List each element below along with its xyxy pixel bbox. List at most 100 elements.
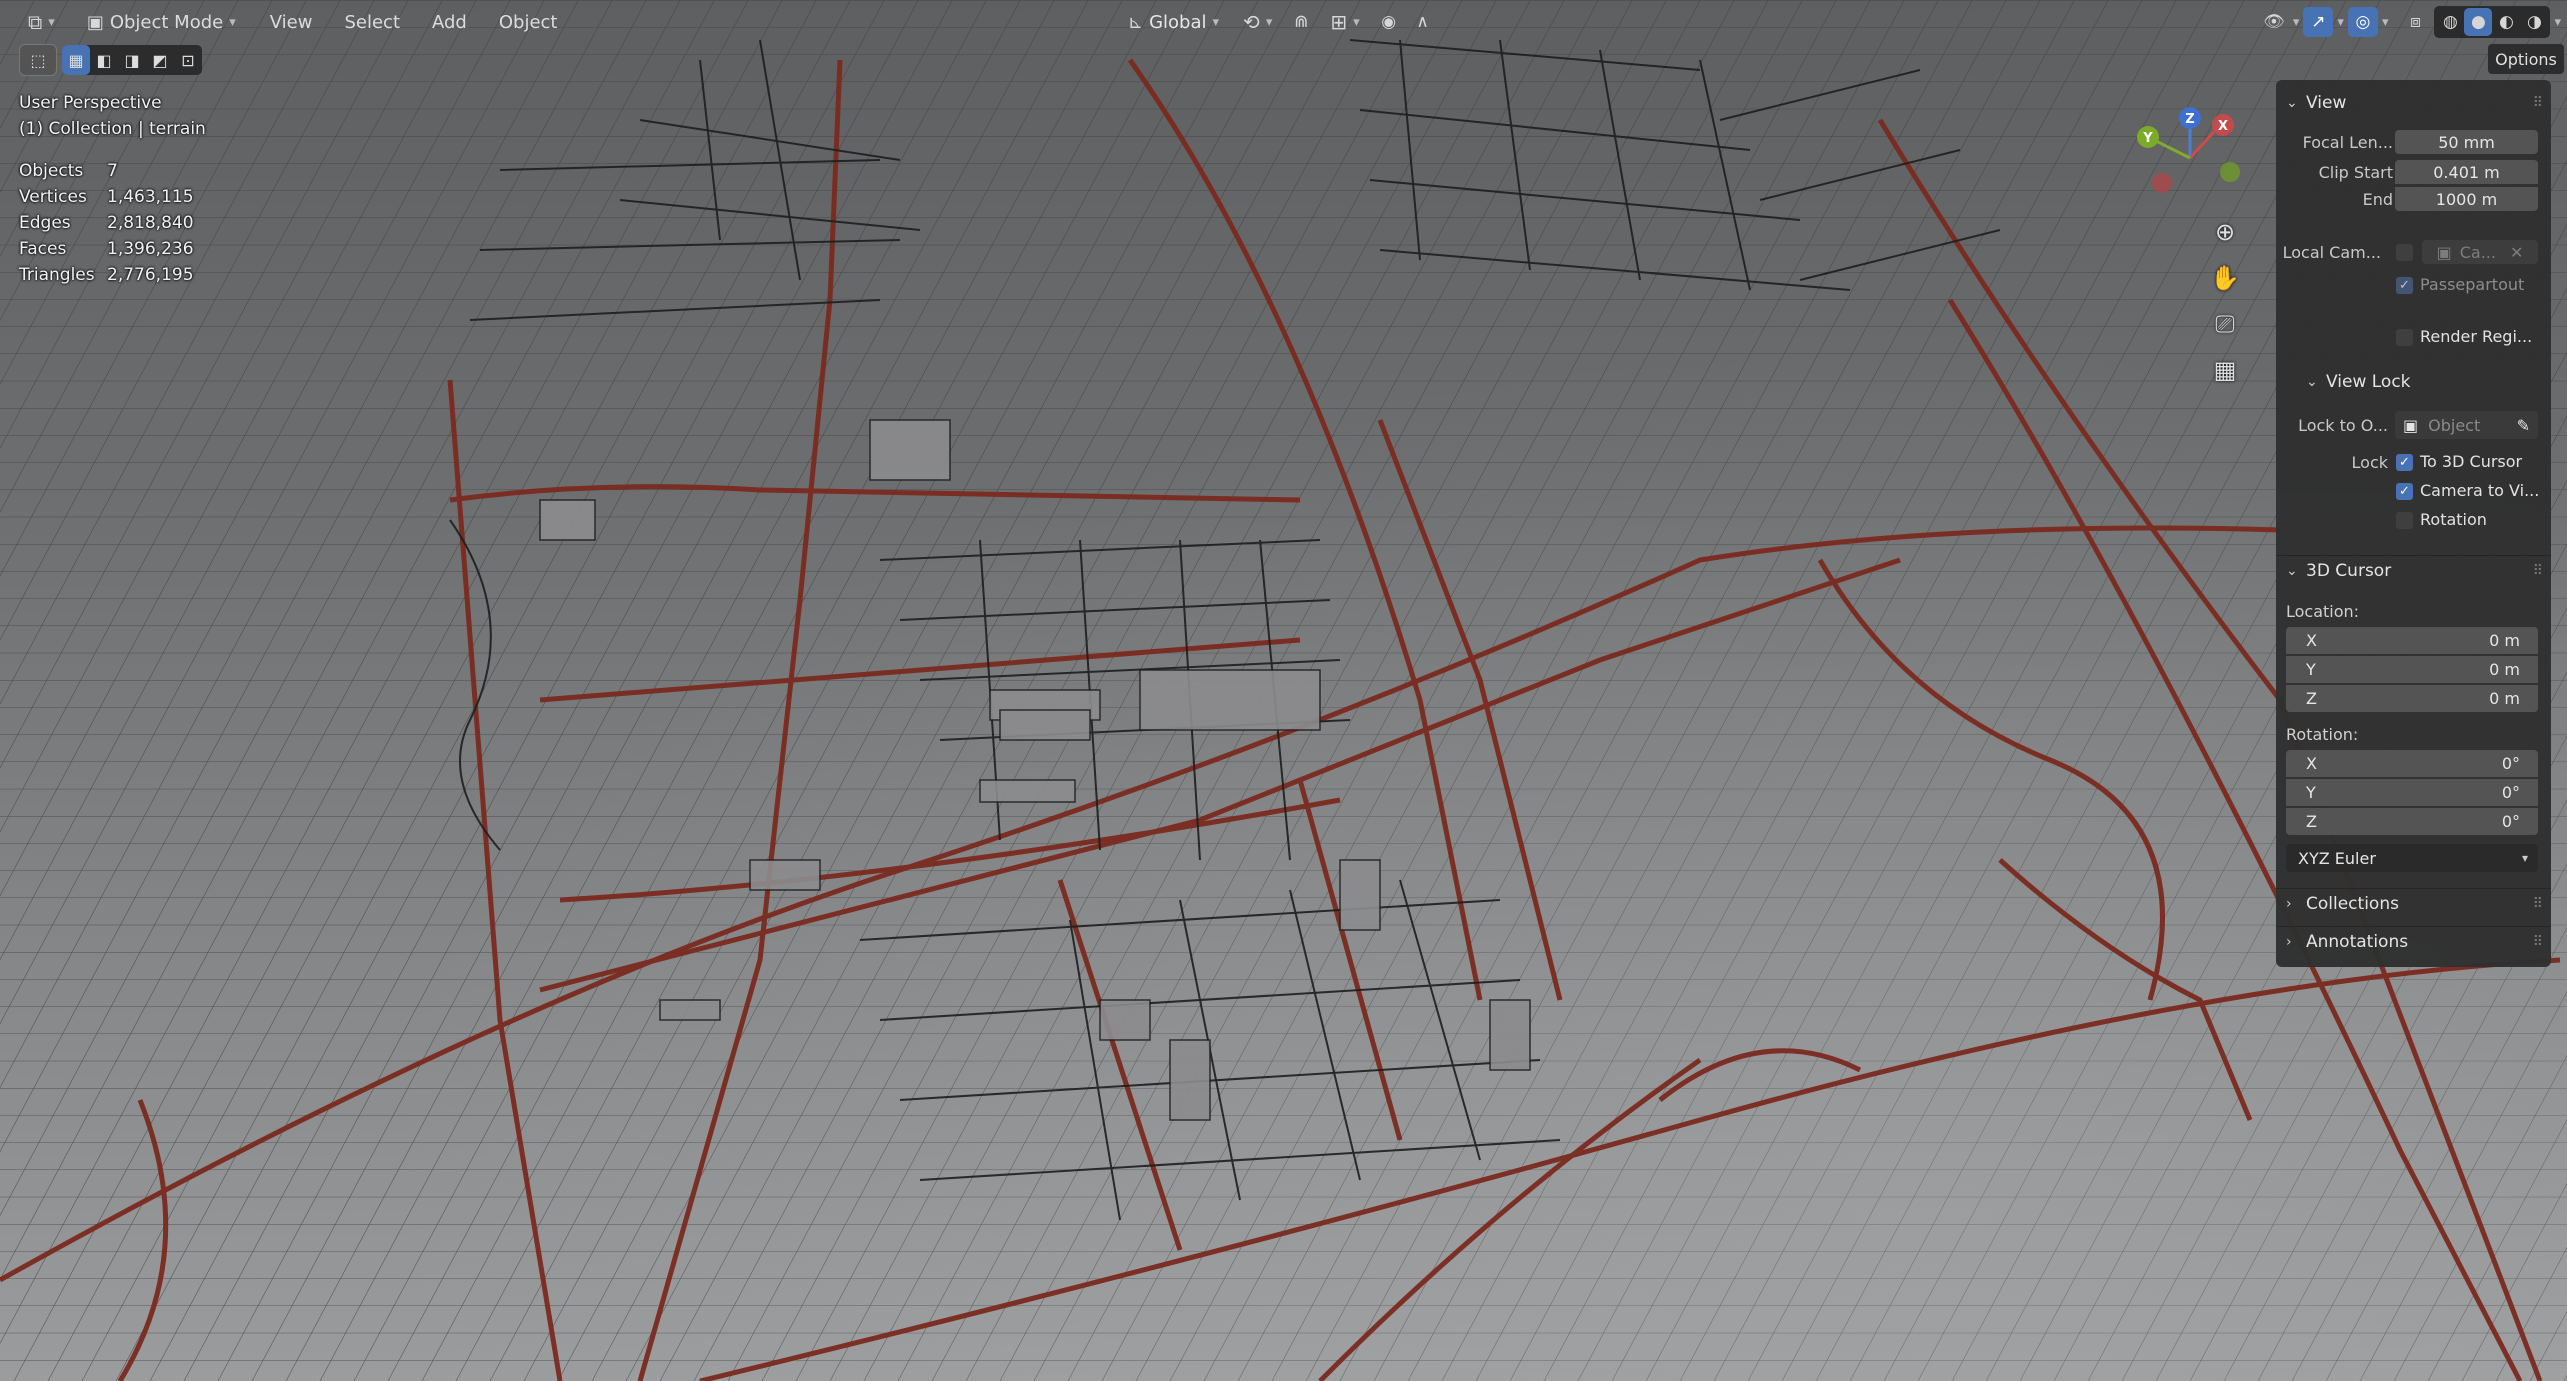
annotations-section-header[interactable]: › Annotations ⠿ bbox=[2276, 926, 2551, 957]
chevron-down-icon: ▾ bbox=[1265, 14, 1273, 30]
shading-modes: ◍ ● ◐ ◑ bbox=[2434, 6, 2551, 38]
drag-grip-icon[interactable]: ⠿ bbox=[2533, 934, 2543, 950]
cursor-rotation-x[interactable]: X 0° bbox=[2286, 750, 2538, 777]
cursor-section-title: 3D Cursor bbox=[2306, 561, 2392, 581]
editor-type-icon: ⧉ bbox=[28, 10, 43, 34]
stat-value: 1,396,236 bbox=[107, 239, 194, 259]
lock-to-object-field[interactable]: ▣ Object ✎ bbox=[2395, 411, 2538, 439]
zoom-icon[interactable]: ⊕ bbox=[2205, 215, 2245, 249]
cursor-rotation-z[interactable]: Z 0° bbox=[2286, 808, 2538, 835]
select-difference-icon: ◩ bbox=[152, 50, 168, 70]
chevron-down-icon: ⌄ bbox=[2306, 374, 2318, 390]
overlays-toggle[interactable]: ◎ bbox=[2347, 7, 2378, 37]
selection-set-modes: ▦ ◧ ◨ ◩ ⊡ bbox=[62, 45, 202, 75]
passepartout-label: Passepartout bbox=[2420, 275, 2525, 294]
clip-start-row: Clip Start 0.401 m bbox=[2276, 160, 2551, 186]
stat-label: Triangles bbox=[19, 265, 95, 285]
clip-end-field[interactable]: 1000 m bbox=[2395, 187, 2538, 211]
perspective-toggle-icon[interactable]: ▦ bbox=[2205, 353, 2245, 387]
focal-length-row: Focal Len... 50 mm bbox=[2276, 130, 2551, 156]
clear-icon[interactable]: ✕ bbox=[2510, 243, 2523, 262]
select-extend-button[interactable]: ◧ bbox=[90, 45, 118, 75]
magnet-icon: ⋒ bbox=[1294, 12, 1309, 32]
eyedropper-icon[interactable]: ✎ bbox=[2517, 416, 2530, 435]
passepartout-checkbox[interactable]: ✓ bbox=[2396, 277, 2413, 294]
view-lock-title: View Lock bbox=[2326, 372, 2411, 392]
view-section-header[interactable]: ⌄ View ⠿ bbox=[2276, 88, 2551, 118]
cursor-location-z[interactable]: Z 0 m bbox=[2286, 685, 2538, 712]
local-camera-checkbox[interactable] bbox=[2396, 244, 2413, 261]
options-button[interactable]: Options bbox=[2488, 44, 2564, 74]
y-axis-text: Y bbox=[2142, 131, 2153, 146]
neg-x-axis-handle[interactable] bbox=[2152, 173, 2172, 193]
drag-grip-icon[interactable]: ⠿ bbox=[2533, 896, 2543, 912]
wireframe-shading-button[interactable]: ◍ bbox=[2436, 8, 2464, 36]
mode-selector[interactable]: ▣ Object Mode ▾ bbox=[77, 4, 246, 40]
rotation-mode-dropdown[interactable]: XYZ Euler ▾ bbox=[2286, 844, 2538, 872]
axis-value: 0 m bbox=[2489, 660, 2520, 679]
falloff-button[interactable]: ∧ bbox=[1408, 7, 1438, 37]
snap-toggle[interactable]: ⋒ bbox=[1286, 7, 1316, 37]
transform-orientation[interactable]: ⊾ Global ▾ bbox=[1118, 4, 1229, 40]
chevron-down-icon: ▾ bbox=[2521, 851, 2528, 865]
menu-object[interactable]: Object bbox=[483, 4, 574, 40]
visibility-button[interactable]: 👁 bbox=[2259, 7, 2289, 37]
select-new-button[interactable]: ▦ bbox=[62, 45, 90, 75]
sidebar-panel: ⌄ View ⠿ Focal Len... 50 mm Clip Start 0… bbox=[2276, 80, 2551, 967]
rotation-mode-value: XYZ Euler bbox=[2298, 848, 2376, 868]
select-tool-button[interactable]: ⬚ bbox=[19, 44, 57, 76]
gizmo-toggle[interactable]: ↗ bbox=[2303, 7, 2334, 37]
orientation-icon: ⊾ bbox=[1128, 11, 1144, 33]
rendered-shading-button[interactable]: ◑ bbox=[2520, 8, 2548, 36]
axis-value: 0 m bbox=[2489, 631, 2520, 650]
clip-start-label: Clip Start bbox=[2318, 163, 2393, 182]
chevron-down-icon: ▾ bbox=[2554, 14, 2561, 30]
select-difference-button[interactable]: ◩ bbox=[146, 45, 174, 75]
3d-viewport[interactable]: ⧉ ▾ ▣ Object Mode ▾ View Select Add Obje… bbox=[0, 0, 2567, 1381]
focal-length-field[interactable]: 50 mm bbox=[2395, 130, 2538, 154]
pan-hand-icon[interactable]: ✋ bbox=[2205, 261, 2245, 295]
collections-section-header[interactable]: › Collections ⠿ bbox=[2276, 888, 2551, 919]
camera-view-icon[interactable]: ⎚ bbox=[2205, 307, 2245, 341]
drag-grip-icon[interactable]: ⠿ bbox=[2533, 95, 2543, 111]
lock-to-object-row: Lock to O... ▣ Object ✎ bbox=[2276, 411, 2551, 439]
camera-to-view-label: Camera to Vi... bbox=[2420, 481, 2540, 500]
camera-to-view-checkbox[interactable]: ✓ bbox=[2396, 483, 2413, 500]
view-lock-section-header[interactable]: ⌄ View Lock bbox=[2276, 368, 2551, 396]
render-region-checkbox[interactable] bbox=[2396, 329, 2413, 346]
select-subtract-button[interactable]: ◨ bbox=[118, 45, 146, 75]
navigation-gizmo[interactable]: Z X Y bbox=[2130, 100, 2260, 210]
drag-grip-icon[interactable]: ⠿ bbox=[2533, 563, 2543, 579]
object-icon: ▣ bbox=[2403, 415, 2419, 435]
editor-type-button[interactable]: ⧉ ▾ bbox=[18, 4, 65, 40]
select-new-icon: ▦ bbox=[68, 50, 84, 70]
cursor-section-header[interactable]: ⌄ 3D Cursor ⠿ bbox=[2276, 555, 2551, 586]
lock-rotation-checkbox[interactable] bbox=[2396, 512, 2413, 529]
chevron-down-icon: ▾ bbox=[1212, 14, 1220, 30]
menu-select[interactable]: Select bbox=[328, 4, 416, 40]
proportional-edit-toggle[interactable]: ◉ bbox=[1374, 7, 1404, 37]
solid-shading-button[interactable]: ● bbox=[2464, 8, 2493, 36]
stat-label: Vertices bbox=[19, 187, 87, 207]
select-intersect-button[interactable]: ⊡ bbox=[174, 45, 202, 75]
cursor-location-y[interactable]: Y 0 m bbox=[2286, 656, 2538, 683]
snap-target-button[interactable]: ⊞ ▾ bbox=[1320, 4, 1369, 40]
pivot-point-button[interactable]: ⟲ ▾ bbox=[1233, 4, 1282, 40]
cursor-location-x[interactable]: X 0 m bbox=[2286, 627, 2538, 654]
cursor-rotation-y[interactable]: Y 0° bbox=[2286, 779, 2538, 806]
overlays-icon: ◎ bbox=[2355, 12, 2371, 32]
chevron-right-icon: › bbox=[2286, 934, 2292, 950]
chevron-down-icon: ⌄ bbox=[2286, 95, 2298, 111]
axis-value: 0° bbox=[2501, 783, 2520, 802]
neg-y-axis-handle[interactable] bbox=[2220, 162, 2240, 182]
local-camera-field[interactable]: ▣ Ca... ✕ bbox=[2422, 240, 2538, 264]
to-3d-cursor-checkbox[interactable]: ✓ bbox=[2396, 454, 2413, 471]
axis-label: Y bbox=[2306, 783, 2316, 802]
local-camera-row: Local Cam... ▣ Ca... ✕ bbox=[2276, 240, 2551, 266]
lock-rotation-label: Rotation bbox=[2420, 510, 2487, 529]
menu-add[interactable]: Add bbox=[416, 4, 483, 40]
clip-start-field[interactable]: 0.401 m bbox=[2395, 160, 2538, 184]
material-shading-button[interactable]: ◐ bbox=[2492, 8, 2520, 36]
menu-view[interactable]: View bbox=[254, 4, 329, 40]
xray-toggle[interactable]: ⧈ bbox=[2400, 7, 2430, 37]
